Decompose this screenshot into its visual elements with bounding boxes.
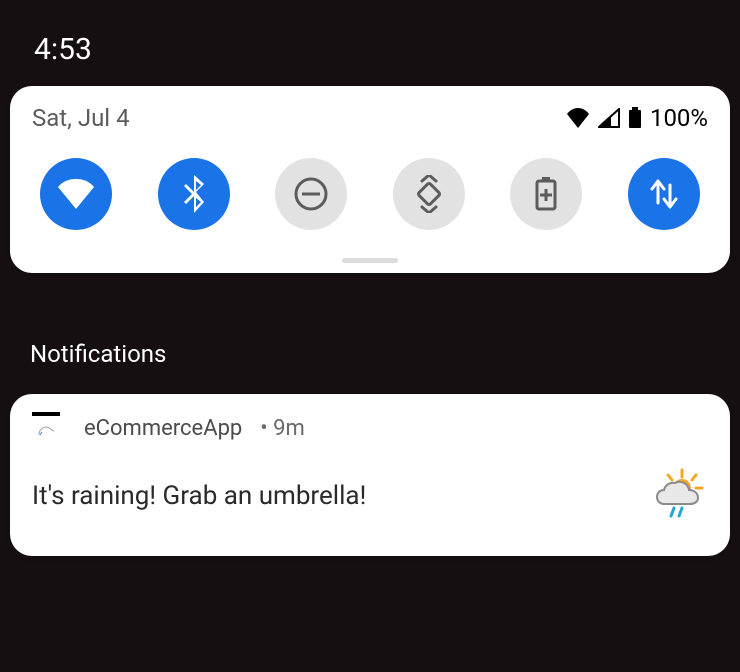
signal-status-icon <box>598 108 620 128</box>
notification-app-name: eCommerceApp <box>84 416 242 441</box>
qs-tile-wifi[interactable] <box>40 158 112 230</box>
notification-card[interactable]: eCommerceApp • 9m It's raining! Grab an … <box>10 394 730 556</box>
qs-tile-battery-saver[interactable] <box>510 158 582 230</box>
status-clock: 4:53 <box>34 32 92 67</box>
qs-tile-bluetooth[interactable] <box>158 158 230 230</box>
bluetooth-icon <box>183 175 205 213</box>
autorotate-icon <box>410 175 448 213</box>
qs-drag-handle[interactable] <box>342 258 398 263</box>
wifi-status-icon <box>566 108 590 128</box>
notification-body-text: It's raining! Grab an umbrella! <box>32 481 366 511</box>
weather-icon <box>652 468 708 524</box>
dnd-icon <box>292 175 330 213</box>
battery-status-icon <box>628 107 642 129</box>
status-icons: 100% <box>566 104 708 132</box>
wifi-icon <box>57 179 95 209</box>
quick-settings-panel[interactable]: Sat, Jul 4 100% <box>10 86 730 273</box>
battery-percent: 100% <box>650 104 708 132</box>
notification-app-icon <box>32 412 60 444</box>
battery-saver-icon <box>535 177 557 211</box>
qs-tile-dnd[interactable] <box>275 158 347 230</box>
notifications-section-label: Notifications <box>30 340 166 368</box>
qs-tile-autorotate[interactable] <box>393 158 465 230</box>
qs-tile-mobile-data[interactable] <box>628 158 700 230</box>
qs-date[interactable]: Sat, Jul 4 <box>32 104 130 132</box>
data-arrows-icon <box>649 177 679 211</box>
notification-timestamp: • 9m <box>260 416 305 441</box>
